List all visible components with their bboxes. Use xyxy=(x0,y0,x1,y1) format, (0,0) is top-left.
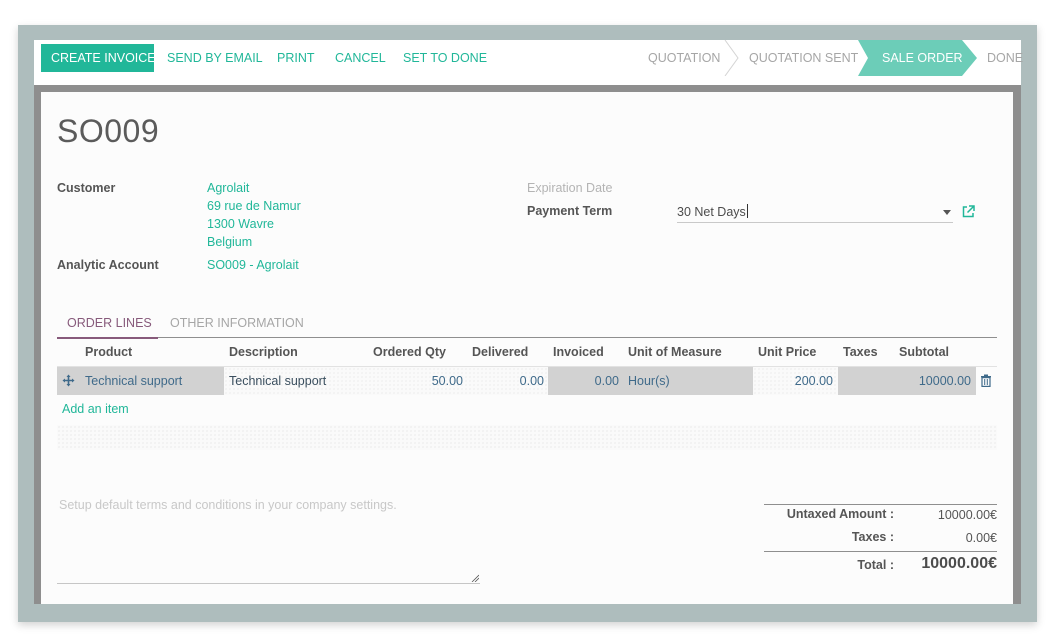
column-header-unit-price[interactable]: Unit Price xyxy=(758,345,816,359)
row-unit-price[interactable]: 200.00 xyxy=(755,374,833,388)
stage-done[interactable]: DONE xyxy=(987,40,1023,76)
add-item-link[interactable]: Add an item xyxy=(62,402,129,416)
untaxed-amount-value: 10000.00€ xyxy=(937,508,997,522)
column-header-taxes[interactable]: Taxes xyxy=(843,345,878,359)
stage-quotation[interactable]: QUOTATION xyxy=(648,40,720,76)
taxes-value: 0.00€ xyxy=(965,531,997,545)
column-header-invoiced[interactable]: Invoiced xyxy=(553,345,604,359)
resize-grip-icon[interactable] xyxy=(471,574,479,582)
row-ordered-qty[interactable]: 50.00 xyxy=(380,374,463,388)
totals-top-divider xyxy=(764,504,997,505)
row-invoiced: 0.00 xyxy=(594,374,619,388)
create-invoice-button[interactable]: CREATE INVOICE xyxy=(41,44,156,72)
column-header-delivered[interactable]: Delivered xyxy=(472,345,528,359)
notebook-tabs: ORDER LINES OTHER INFORMATION xyxy=(57,310,997,339)
column-header-description[interactable]: Description xyxy=(229,345,298,359)
print-button[interactable]: PRINT xyxy=(277,44,315,72)
stage-separator-icon xyxy=(724,40,739,76)
total-label: Total : xyxy=(857,558,894,572)
external-link-icon[interactable] xyxy=(962,205,975,218)
row-product[interactable]: Technical support xyxy=(85,374,182,388)
terms-and-conditions-textarea[interactable] xyxy=(57,495,480,584)
row-description[interactable]: Technical support xyxy=(229,374,326,388)
row-unit-of-measure: Hour(s) xyxy=(628,374,670,388)
totals-bottom-divider xyxy=(764,551,997,552)
text-cursor xyxy=(746,204,748,218)
analytic-account-label: Analytic Account xyxy=(57,258,159,272)
stage-quotation-sent[interactable]: QUOTATION SENT xyxy=(749,40,858,76)
payment-term-value: 30 Net Days xyxy=(677,205,746,219)
customer-address-line1: 69 rue de Namur xyxy=(207,199,301,213)
empty-rows-area xyxy=(57,425,997,450)
set-to-done-button[interactable]: SET TO DONE xyxy=(403,44,487,72)
column-header-ordered-qty[interactable]: Ordered Qty xyxy=(373,345,446,359)
customer-country: Belgium xyxy=(207,235,253,249)
customer-address-line2: 1300 Wavre xyxy=(207,217,274,231)
column-header-subtotal[interactable]: Subtotal xyxy=(899,345,949,359)
cancel-button[interactable]: CANCEL xyxy=(335,44,386,72)
tab-other-information[interactable]: OTHER INFORMATION xyxy=(170,310,304,338)
drag-handle-icon[interactable] xyxy=(62,374,75,387)
trash-icon[interactable] xyxy=(980,374,992,387)
column-header-unit-of-measure[interactable]: Unit of Measure xyxy=(628,345,722,359)
analytic-account-link[interactable]: SO009 - Agrolait xyxy=(207,258,299,272)
tab-order-lines[interactable]: ORDER LINES xyxy=(57,310,158,339)
payment-term-input[interactable]: 30 Net Days xyxy=(677,202,953,223)
send-by-email-button[interactable]: SEND BY EMAIL xyxy=(167,44,263,72)
customer-name-link[interactable]: Agrolait xyxy=(207,181,249,195)
customer-label: Customer xyxy=(57,181,116,195)
stage-sale-order[interactable]: SALE ORDER xyxy=(882,40,963,76)
dropdown-caret-icon[interactable] xyxy=(943,210,951,215)
record-title: SO009 xyxy=(57,113,160,149)
row-subtotal: 10000.00 xyxy=(918,374,971,388)
column-header-product[interactable]: Product xyxy=(85,345,132,359)
payment-term-label: Payment Term xyxy=(527,204,613,218)
taxes-label: Taxes : xyxy=(851,530,894,544)
expiration-date-label: Expiration Date xyxy=(527,181,613,195)
untaxed-amount-label: Untaxed Amount : xyxy=(786,507,894,521)
total-value: 10000.00€ xyxy=(921,555,997,572)
row-delivered[interactable]: 0.00 xyxy=(470,374,544,388)
